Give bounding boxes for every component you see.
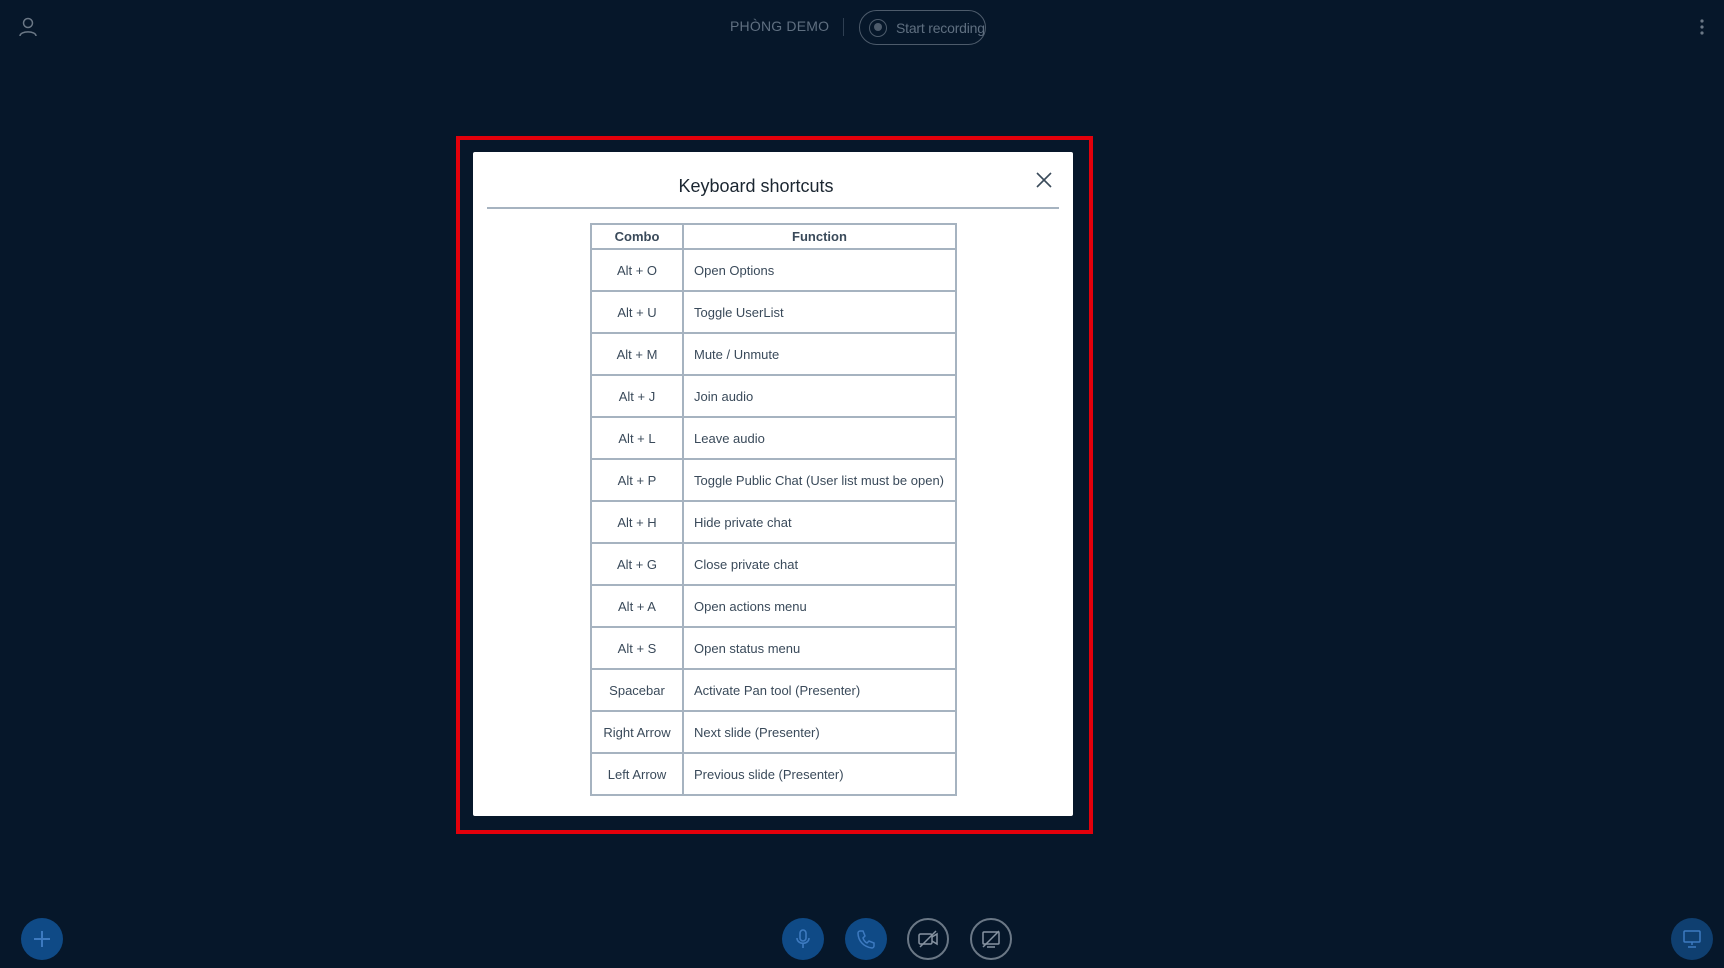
function-cell: Next slide (Presenter) xyxy=(682,710,957,754)
combo-cell: Alt + P xyxy=(590,458,684,502)
combo-cell: Alt + S xyxy=(590,626,684,670)
more-vertical-icon[interactable] xyxy=(1696,16,1708,38)
function-cell: Open Options xyxy=(682,248,957,292)
combo-cell: Right Arrow xyxy=(590,710,684,754)
combo-cell: Alt + A xyxy=(590,584,684,628)
function-cell: Activate Pan tool (Presenter) xyxy=(682,668,957,712)
top-bar: PHÒNG DEMO Start recording xyxy=(0,0,1724,56)
start-recording-button[interactable]: Start recording xyxy=(859,10,986,45)
table-row: Alt + S Open status menu xyxy=(590,626,957,670)
camera-off-icon xyxy=(918,930,938,948)
plus-icon xyxy=(34,931,50,947)
table-row: Alt + L Leave audio xyxy=(590,416,957,460)
function-cell: Previous slide (Presenter) xyxy=(682,752,957,796)
actions-button[interactable] xyxy=(21,918,63,960)
video-button[interactable] xyxy=(907,918,949,960)
table-row: Right Arrow Next slide (Presenter) xyxy=(590,710,957,754)
table-row: Alt + U Toggle UserList xyxy=(590,290,957,334)
combo-cell: Alt + O xyxy=(590,248,684,292)
table-row: Alt + H Hide private chat xyxy=(590,500,957,544)
microphone-button[interactable] xyxy=(782,918,824,960)
combo-cell: Alt + L xyxy=(590,416,684,460)
close-icon[interactable] xyxy=(1034,170,1054,190)
combo-cell: Alt + M xyxy=(590,332,684,376)
function-cell: Join audio xyxy=(682,374,957,418)
function-cell: Close private chat xyxy=(682,542,957,586)
function-cell: Open actions menu xyxy=(682,584,957,628)
table-row: Alt + P Toggle Public Chat (User list mu… xyxy=(590,458,957,502)
user-icon[interactable] xyxy=(17,16,39,38)
modal-divider xyxy=(487,207,1059,209)
column-header-function: Function xyxy=(682,223,957,250)
presentation-icon xyxy=(1683,930,1701,948)
microphone-icon xyxy=(796,929,810,948)
function-cell: Toggle UserList xyxy=(682,290,957,334)
combo-cell: Alt + J xyxy=(590,374,684,418)
table-row: Alt + M Mute / Unmute xyxy=(590,332,957,376)
screenshare-button[interactable] xyxy=(970,918,1012,960)
table-row: Alt + O Open Options xyxy=(590,248,957,292)
table-row: Alt + J Join audio xyxy=(590,374,957,418)
audio-button[interactable] xyxy=(845,918,887,960)
header-divider xyxy=(843,18,844,36)
table-row: Alt + A Open actions menu xyxy=(590,584,957,628)
record-icon xyxy=(869,18,887,37)
screenshare-off-icon xyxy=(982,930,1000,948)
function-cell: Open status menu xyxy=(682,626,957,670)
presentation-button[interactable] xyxy=(1671,918,1713,960)
combo-cell: Alt + U xyxy=(590,290,684,334)
function-cell: Toggle Public Chat (User list must be op… xyxy=(682,458,957,502)
table-row: Spacebar Activate Pan tool (Presenter) xyxy=(590,668,957,712)
bottom-bar xyxy=(0,912,1724,968)
combo-cell: Alt + H xyxy=(590,500,684,544)
function-cell: Hide private chat xyxy=(682,500,957,544)
combo-cell: Alt + G xyxy=(590,542,684,586)
table-row: Left Arrow Previous slide (Presenter) xyxy=(590,752,957,796)
modal-title: Keyboard shortcuts xyxy=(678,176,834,196)
phone-icon xyxy=(857,930,875,949)
room-title: PHÒNG DEMO xyxy=(730,18,830,34)
function-cell: Mute / Unmute xyxy=(682,332,957,376)
keyboard-shortcuts-modal: Keyboard shortcuts Combo Function Alt + … xyxy=(473,152,1073,816)
shortcuts-table: Combo Function Alt + O Open Options Alt … xyxy=(590,223,957,796)
start-recording-label: Start recording xyxy=(896,19,985,36)
table-row: Alt + G Close private chat xyxy=(590,542,957,586)
column-header-combo: Combo xyxy=(590,223,684,250)
combo-cell: Spacebar xyxy=(590,668,684,712)
table-header-row: Combo Function xyxy=(590,223,957,250)
function-cell: Leave audio xyxy=(682,416,957,460)
combo-cell: Left Arrow xyxy=(590,752,684,796)
